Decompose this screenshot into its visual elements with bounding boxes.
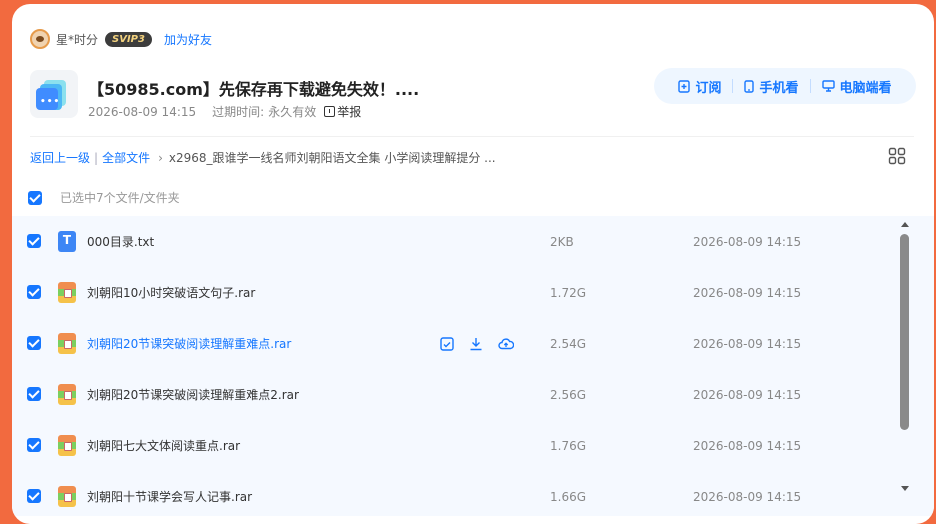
- scrollbar-thumb[interactable]: [900, 234, 909, 430]
- expire-value: 永久有效: [268, 105, 317, 119]
- header-divider: [30, 136, 914, 137]
- avatar[interactable]: [30, 29, 50, 49]
- user-row: 星*时分 SVIP3 加为好友: [30, 28, 212, 50]
- row-checkbox[interactable]: [27, 387, 41, 401]
- file-name[interactable]: 刘朝阳20节课突破阅读理解重难点.rar: [87, 335, 291, 352]
- share-meta: 2026-08-09 14:15 过期时间: 永久有效 举报: [88, 103, 361, 120]
- report-button[interactable]: 举报: [324, 103, 361, 120]
- file-name[interactable]: 刘朝阳七大文体阅读重点.rar: [87, 437, 240, 454]
- row-checkbox[interactable]: [27, 234, 41, 248]
- phone-icon: [744, 79, 755, 93]
- monitor-icon: [821, 80, 835, 92]
- file-size: 1.76G: [550, 438, 587, 453]
- file-row[interactable]: 刘朝阳十节课学会写人记事.rar 1.66G 2026-08-09 14:15: [12, 471, 897, 522]
- file-date: 2026-08-09 14:15: [693, 234, 802, 249]
- file-size: 2.54G: [550, 336, 587, 351]
- breadcrumb: 返回上一级 | 全部文件 › x2968_跟谁学一线名师刘朝阳语文全集 小学阅读…: [30, 149, 496, 166]
- file-row[interactable]: 刘朝阳10小时突破语文句子.rar 1.72G 2026-08-09 14:15: [12, 267, 897, 318]
- grid-view-icon[interactable]: [888, 147, 906, 165]
- file-name[interactable]: 刘朝阳20节课突破阅读理解重难点2.rar: [87, 386, 299, 403]
- file-name[interactable]: 刘朝阳十节课学会写人记事.rar: [87, 488, 252, 505]
- desktop-view-label: 电脑端看: [839, 80, 892, 96]
- share-date: 2026-08-09 14:15: [88, 104, 197, 119]
- expire-label: 过期时间:: [212, 105, 265, 119]
- file-size: 1.66G: [550, 489, 587, 504]
- archive-file-icon: [58, 384, 76, 405]
- row-checkbox[interactable]: [27, 285, 41, 299]
- mobile-view-label: 手机看: [759, 80, 799, 96]
- file-row[interactable]: T 000目录.txt 2KB 2026-08-09 14:15: [12, 216, 897, 267]
- file-row[interactable]: 刘朝阳20节课突破阅读理解重难点2.rar 2.56G 2026-08-09 1…: [12, 369, 897, 420]
- report-label: 举报: [337, 105, 362, 119]
- file-date: 2026-08-09 14:15: [693, 336, 802, 351]
- cloud-upload-icon[interactable]: [498, 337, 514, 351]
- back-link[interactable]: 返回上一级: [30, 149, 90, 166]
- scrollbar[interactable]: [899, 216, 911, 504]
- select-all-checkbox[interactable]: [28, 190, 42, 205]
- download-icon[interactable]: [469, 337, 483, 351]
- row-checkbox[interactable]: [27, 438, 41, 452]
- share-title: 【50985.com】先保存再下载避免失效！....: [88, 80, 420, 99]
- select-all-row: 已选中7个文件/文件夹: [28, 189, 180, 206]
- action-bar: 订阅 手机看 电脑端看: [654, 68, 916, 104]
- file-size: 1.72G: [550, 285, 587, 300]
- all-files-link[interactable]: 全部文件: [102, 149, 150, 166]
- desktop-view-button[interactable]: 电脑端看: [811, 77, 903, 96]
- txt-file-icon: T: [58, 231, 76, 252]
- file-date: 2026-08-09 14:15: [693, 489, 802, 504]
- file-name[interactable]: 000目录.txt: [87, 233, 154, 250]
- archive-file-icon: [58, 435, 76, 456]
- file-name[interactable]: 刘朝阳10小时突破语文句子.rar: [87, 284, 255, 301]
- file-date: 2026-08-09 14:15: [693, 285, 802, 300]
- row-actions: [440, 336, 529, 351]
- report-icon: [324, 106, 336, 117]
- bookmark-plus-icon: [678, 79, 691, 93]
- archive-file-icon: [58, 486, 76, 507]
- share-card: 星*时分 SVIP3 加为好友 ••• 【50985.com】先保存再下载避免失…: [12, 4, 934, 524]
- file-date: 2026-08-09 14:15: [693, 438, 802, 453]
- file-size: 2.56G: [550, 387, 587, 402]
- file-row[interactable]: 刘朝阳20节课突破阅读理解重难点.rar 2.54G 2026-08-09 14…: [12, 318, 897, 369]
- vip-badge: SVIP3: [105, 31, 152, 47]
- row-checkbox[interactable]: [27, 336, 41, 350]
- breadcrumb-current: x2968_跟谁学一线名师刘朝阳语文全集 小学阅读理解提分 ...: [168, 151, 496, 165]
- folder-share-icon: •••: [30, 70, 78, 118]
- scroll-down-arrow-icon[interactable]: [901, 486, 909, 491]
- save-icon[interactable]: [440, 336, 454, 351]
- archive-file-icon: [58, 282, 76, 303]
- row-checkbox[interactable]: [27, 489, 41, 503]
- selection-count: 已选中7个文件/文件夹: [60, 191, 180, 205]
- file-list: T 000目录.txt 2KB 2026-08-09 14:15 刘朝阳10小时…: [12, 216, 934, 516]
- subscribe-label: 订阅: [695, 80, 722, 96]
- archive-file-icon: [58, 333, 76, 354]
- file-size: 2KB: [550, 234, 574, 249]
- file-date: 2026-08-09 14:15: [693, 387, 802, 402]
- scroll-up-arrow-icon[interactable]: [901, 222, 909, 227]
- breadcrumb-arrow: ›: [158, 150, 163, 165]
- subscribe-button[interactable]: 订阅: [667, 77, 732, 96]
- user-name[interactable]: 星*时分: [56, 31, 98, 48]
- file-row[interactable]: 刘朝阳七大文体阅读重点.rar 1.76G 2026-08-09 14:15: [12, 420, 897, 471]
- mobile-view-button[interactable]: 手机看: [733, 77, 809, 96]
- add-friend-link[interactable]: 加为好友: [164, 31, 212, 48]
